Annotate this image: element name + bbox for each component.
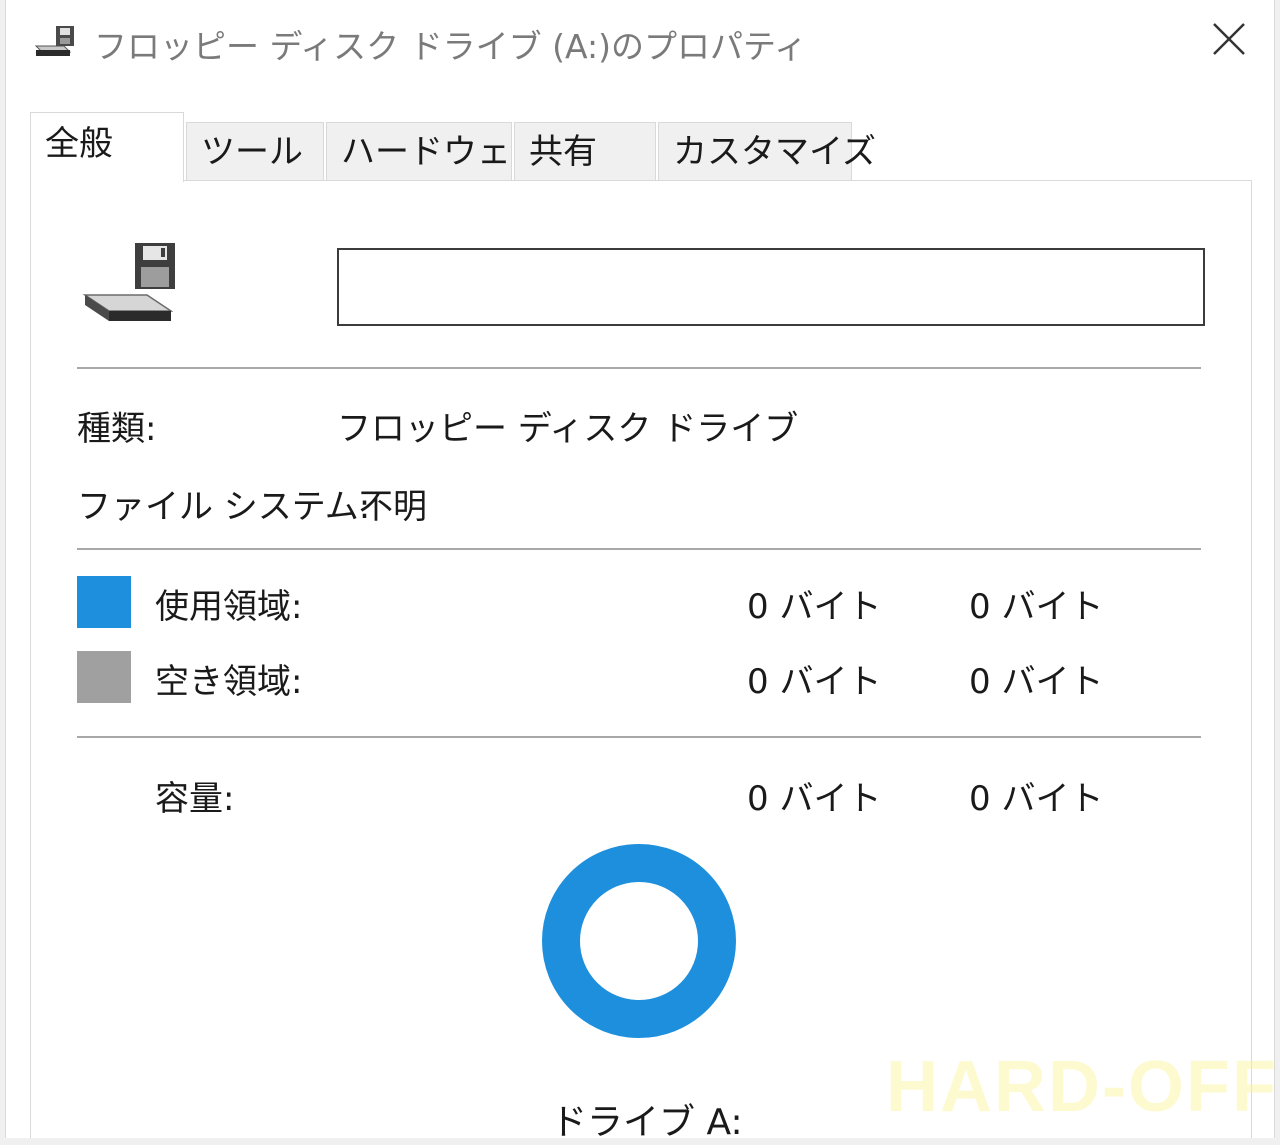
type-label: 種類: xyxy=(77,409,157,449)
used-space-swatch xyxy=(77,576,131,628)
tab-customize[interactable]: カスタマイズ xyxy=(658,122,876,180)
floppy-drive-icon xyxy=(34,26,74,56)
divider xyxy=(77,367,1201,369)
drive-label: ドライブ A: xyxy=(551,1102,743,1143)
capacity-bytes: 0 バイト xyxy=(747,779,882,819)
used-space-label: 使用領域: xyxy=(155,587,303,627)
close-icon[interactable] xyxy=(1204,14,1254,64)
watermark: HARD-OFF xyxy=(886,1047,1278,1127)
volume-name-input[interactable] xyxy=(337,248,1205,326)
file-system-value: 不明 xyxy=(359,487,427,527)
divider xyxy=(77,548,1201,550)
usage-donut-chart xyxy=(542,844,736,1038)
window-title: フロッピー ディスク ドライブ (A:)のプロパティ xyxy=(94,27,808,66)
tab-tools[interactable]: ツール xyxy=(186,122,324,180)
tab-general[interactable]: 全般 xyxy=(30,112,184,182)
type-value: フロッピー ディスク ドライブ xyxy=(337,409,799,449)
free-space-bytes: 0 バイト xyxy=(747,662,882,702)
divider xyxy=(77,736,1201,738)
used-space-size: 0 バイト xyxy=(969,587,1104,627)
floppy-drive-icon xyxy=(82,243,175,321)
free-space-label: 空き領域: xyxy=(155,662,303,702)
tab-strip: 全般 ツール ハードウェア 共有 カスタマイズ xyxy=(30,112,1266,182)
properties-window: フロッピー ディスク ドライブ (A:)のプロパティ 全般 ツール ハードウェア… xyxy=(5,0,1278,1143)
title-bar[interactable]: フロッピー ディスク ドライブ (A:)のプロパティ xyxy=(6,0,1274,84)
free-space-swatch xyxy=(77,651,131,703)
capacity-size: 0 バイト xyxy=(969,779,1104,819)
used-space-bytes: 0 バイト xyxy=(747,587,882,627)
tab-sharing[interactable]: 共有 xyxy=(514,122,656,180)
capacity-label: 容量: xyxy=(155,779,235,819)
free-space-size: 0 バイト xyxy=(969,662,1104,702)
tab-hardware[interactable]: ハードウェア xyxy=(326,122,545,180)
file-system-label: ファイル システム: xyxy=(77,487,371,527)
general-panel: 種類: フロッピー ディスク ドライブ ファイル システム: 不明 使用領域: … xyxy=(30,180,1252,1143)
